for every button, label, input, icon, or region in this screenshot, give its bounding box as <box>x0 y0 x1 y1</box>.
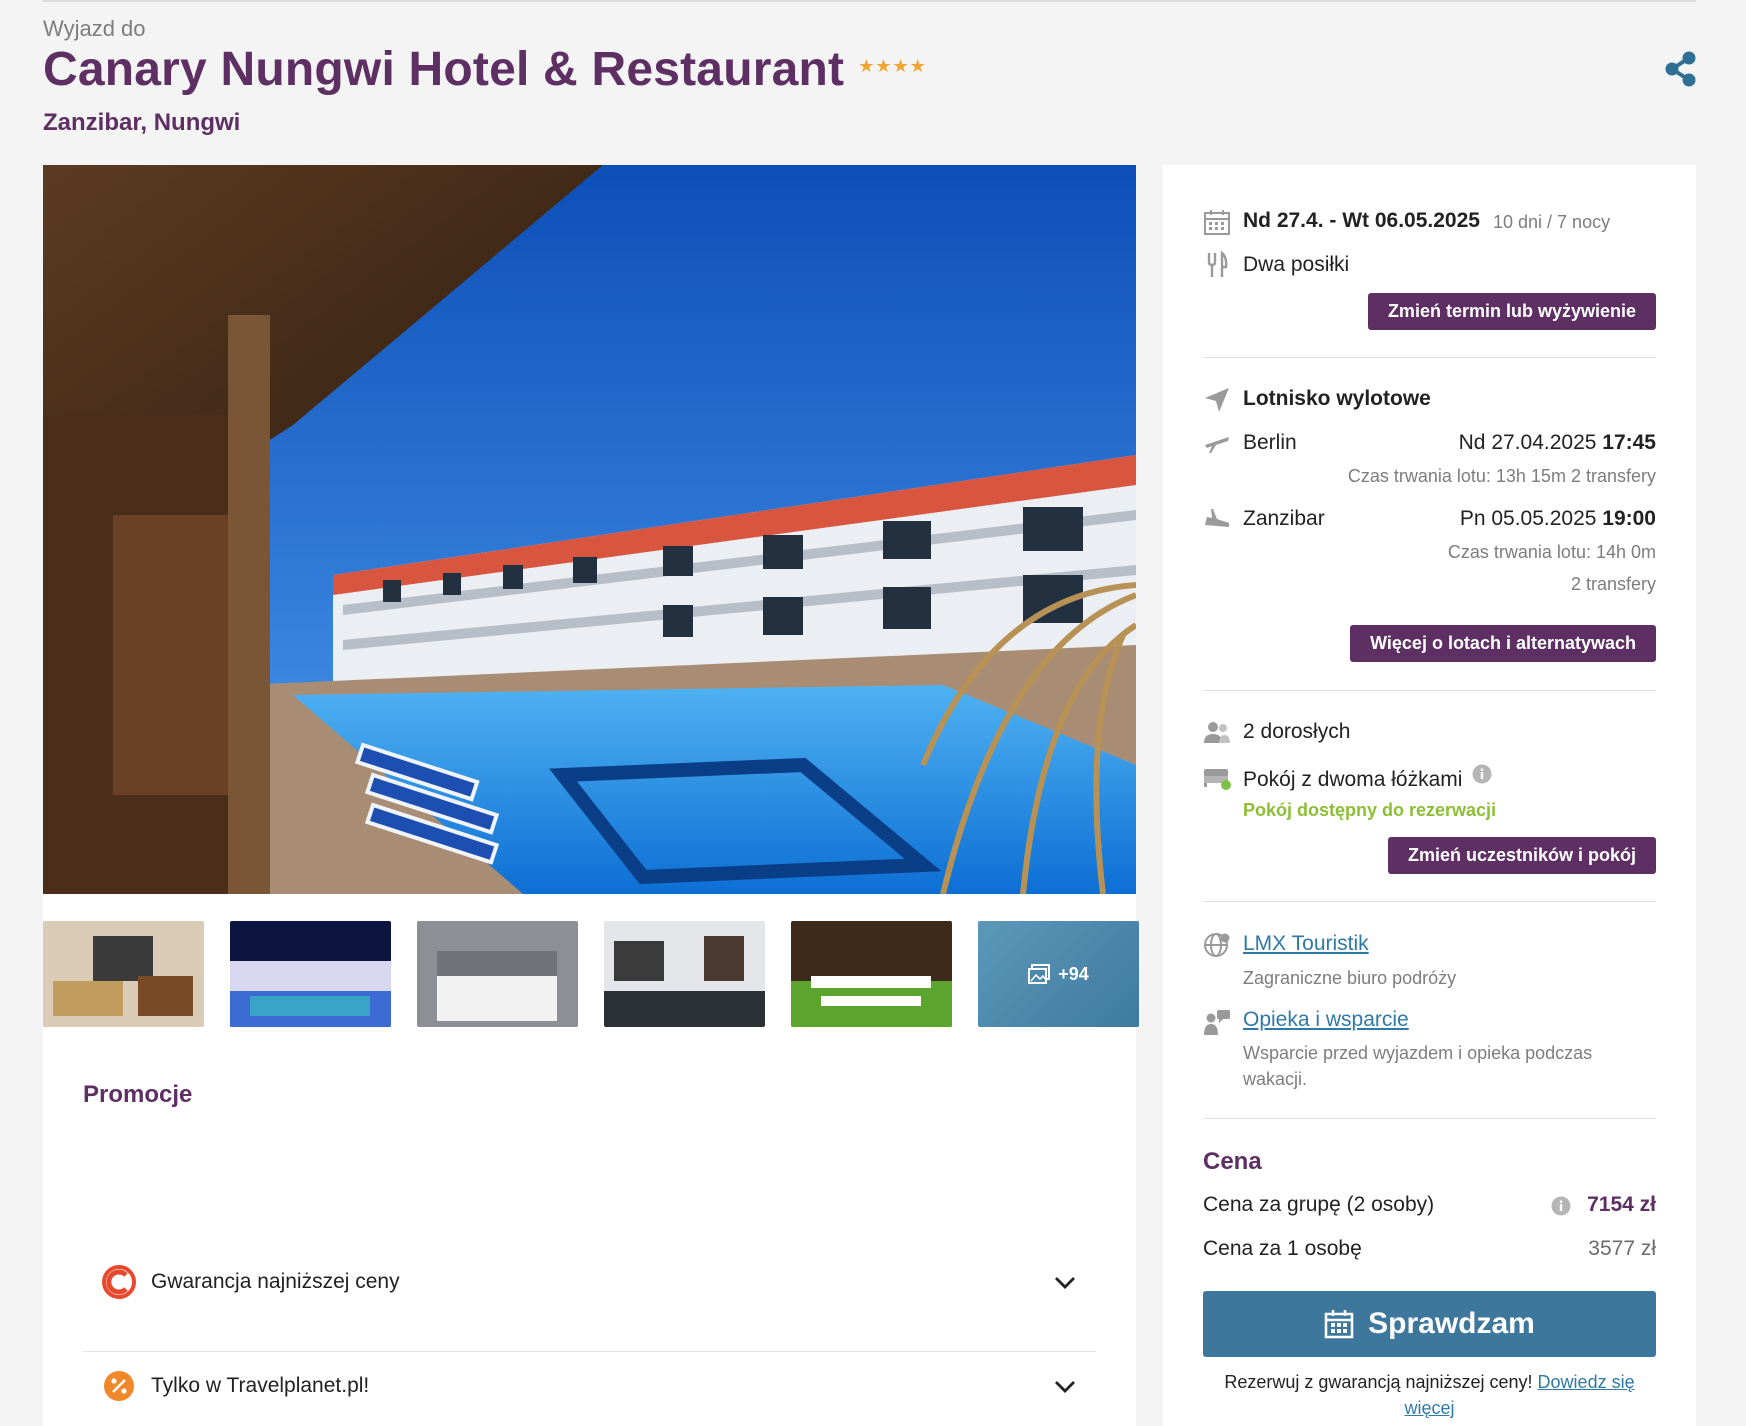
room-type-label: Pokój z dwoma łóżkami <box>1243 768 1463 791</box>
price-guarantee-text: Rezerwuj z gwarancją najniższej ceny! <box>1224 1372 1533 1392</box>
change-participants-room-button[interactable]: Zmień uczestników i pokój <box>1387 837 1656 874</box>
globe-icon <box>1204 933 1230 957</box>
support-desc-line-1: Wsparcie przed wyjazdem i opieka podczas <box>1243 1043 1593 1063</box>
thumb-more-photos[interactable]: +94 <box>978 921 1139 1027</box>
percent-icon <box>101 1368 137 1404</box>
return-datetime: Pn 05.05.2025 19:00 <box>1460 507 1656 531</box>
check-availability-label: Sprawdzam <box>1368 1307 1535 1340</box>
per-person-price-label: Cena za 1 osobę <box>1203 1237 1362 1260</box>
learn-more-link-continued[interactable]: więcej <box>1404 1398 1454 1418</box>
eyebrow-label: Wyjazd do <box>43 16 146 41</box>
guests-count: 2 dorosłych <box>1243 720 1351 743</box>
section-divider <box>1203 901 1656 902</box>
plane-departure-icon <box>1205 437 1229 453</box>
info-icon[interactable] <box>1551 1196 1571 1216</box>
top-divider <box>43 0 1696 2</box>
thumb-hotel-room[interactable] <box>43 921 204 1027</box>
more-flights-button[interactable]: Więcej o lotach i alternatywach <box>1350 625 1656 662</box>
promo-travelplanet-only[interactable]: Tylko w Travelplanet.pl! <box>83 1352 1096 1420</box>
calendar-icon <box>1324 1310 1354 1339</box>
section-divider <box>1203 1118 1656 1119</box>
share-icon[interactable] <box>1662 50 1700 88</box>
navigation-arrow-icon <box>1205 388 1229 412</box>
price-title: Cena <box>1203 1148 1262 1175</box>
trip-dates: Nd 27.4. - Wt 06.05.2025 <box>1243 209 1480 232</box>
thumbnail-strip: +94 <box>43 921 1139 1027</box>
bed-icon <box>1204 769 1231 790</box>
support-icon <box>1204 1010 1230 1035</box>
outbound-date: Nd 27.04.2025 <box>1458 431 1597 454</box>
return-date: Pn 05.05.2025 <box>1459 507 1597 530</box>
more-photos-count: +94 <box>1058 963 1089 984</box>
support-link[interactable]: Opieka i wsparcie <box>1243 1008 1409 1032</box>
outbound-from: Berlin <box>1243 431 1297 454</box>
learn-more-link[interactable]: Dowiedz się <box>1538 1372 1635 1392</box>
room-availability: Pokój dostępny do rezerwacji <box>1243 800 1497 820</box>
outbound-duration: Czas trwania lotu: 13h 15m <box>1347 466 1566 486</box>
booking-summary-card: Nd 27.4. - Wt 06.05.2025 10 dni / 7 nocy… <box>1163 165 1696 1426</box>
promotions-title: Promocje <box>83 1081 193 1108</box>
per-person-price-value: 3577 zł <box>1588 1237 1656 1260</box>
chevron-down-icon[interactable] <box>1052 1269 1078 1295</box>
gallery-card: +94 Promocje Gwarancja najniższej ceny T… <box>43 165 1139 1426</box>
hotel-title: Canary Nungwi Hotel & Restaurant ★★★★ <box>43 42 927 97</box>
thumb-pool-night[interactable] <box>230 921 391 1027</box>
return-transfers: 2 transfery <box>1570 574 1656 594</box>
thumb-restaurant[interactable] <box>791 921 952 1027</box>
check-availability-button[interactable]: Sprawdzam <box>1203 1291 1656 1357</box>
return-from: Zanzibar <box>1243 507 1325 530</box>
room-type: Pokój z dwoma łóżkami <box>1243 764 1492 792</box>
promo-label: Gwarancja najniższej ceny <box>151 1270 400 1293</box>
people-icon <box>1204 722 1230 743</box>
chevron-down-icon[interactable] <box>1052 1373 1078 1399</box>
return-duration: Czas trwania lotu: 14h 0m <box>1447 542 1656 562</box>
gallery-icon <box>1028 964 1051 984</box>
board-type: Dwa posiłki <box>1243 253 1350 276</box>
section-divider <box>1203 357 1656 358</box>
hotel-location: Zanzibar, Nungwi <box>43 109 241 136</box>
outbound-duration-line: Czas trwania lotu: 13h 15m 2 transfery <box>1348 466 1656 487</box>
group-price-label: Cena za grupę (2 osoby) <box>1203 1193 1435 1216</box>
price-guarantee-note: Rezerwuj z gwarancją najniższej ceny! Do… <box>1203 1369 1656 1421</box>
change-date-board-button[interactable]: Zmień termin lub wyżywienie <box>1367 293 1656 330</box>
tour-operator-desc: Zagraniczne biuro podróży <box>1243 968 1457 988</box>
thumb-bedroom[interactable] <box>417 921 578 1027</box>
trip-duration: 10 dni / 7 nocy <box>1493 212 1611 232</box>
return-time: 19:00 <box>1602 507 1656 530</box>
guarantee-icon <box>101 1264 137 1300</box>
pool-photo-illustration <box>43 165 1136 894</box>
departure-airport-heading: Lotnisko wylotowe <box>1243 387 1431 410</box>
tour-operator-link[interactable]: LMX Touristik <box>1243 932 1369 956</box>
thumb-lobby[interactable] <box>604 921 765 1027</box>
calendar-icon <box>1204 210 1230 235</box>
info-icon[interactable] <box>1472 764 1492 784</box>
group-price-value: 7154 zł <box>1587 1193 1656 1216</box>
promo-lowest-price[interactable]: Gwarancja najniższej ceny <box>83 1248 1096 1316</box>
plane-landing-icon <box>1205 509 1229 527</box>
outbound-time: 17:45 <box>1602 431 1656 454</box>
outbound-datetime: Nd 27.04.2025 17:45 <box>1459 431 1656 455</box>
support-desc-line-2: wakacji. <box>1243 1069 1308 1089</box>
section-divider <box>1203 690 1656 691</box>
star-rating: ★★★★ <box>858 56 927 76</box>
cutlery-icon <box>1207 251 1228 277</box>
outbound-transfers: 2 transfery <box>1570 466 1656 486</box>
promo-label: Tylko w Travelplanet.pl! <box>151 1374 370 1397</box>
main-hotel-photo[interactable] <box>43 165 1136 894</box>
hotel-name: Canary Nungwi Hotel & Restaurant <box>43 43 845 96</box>
